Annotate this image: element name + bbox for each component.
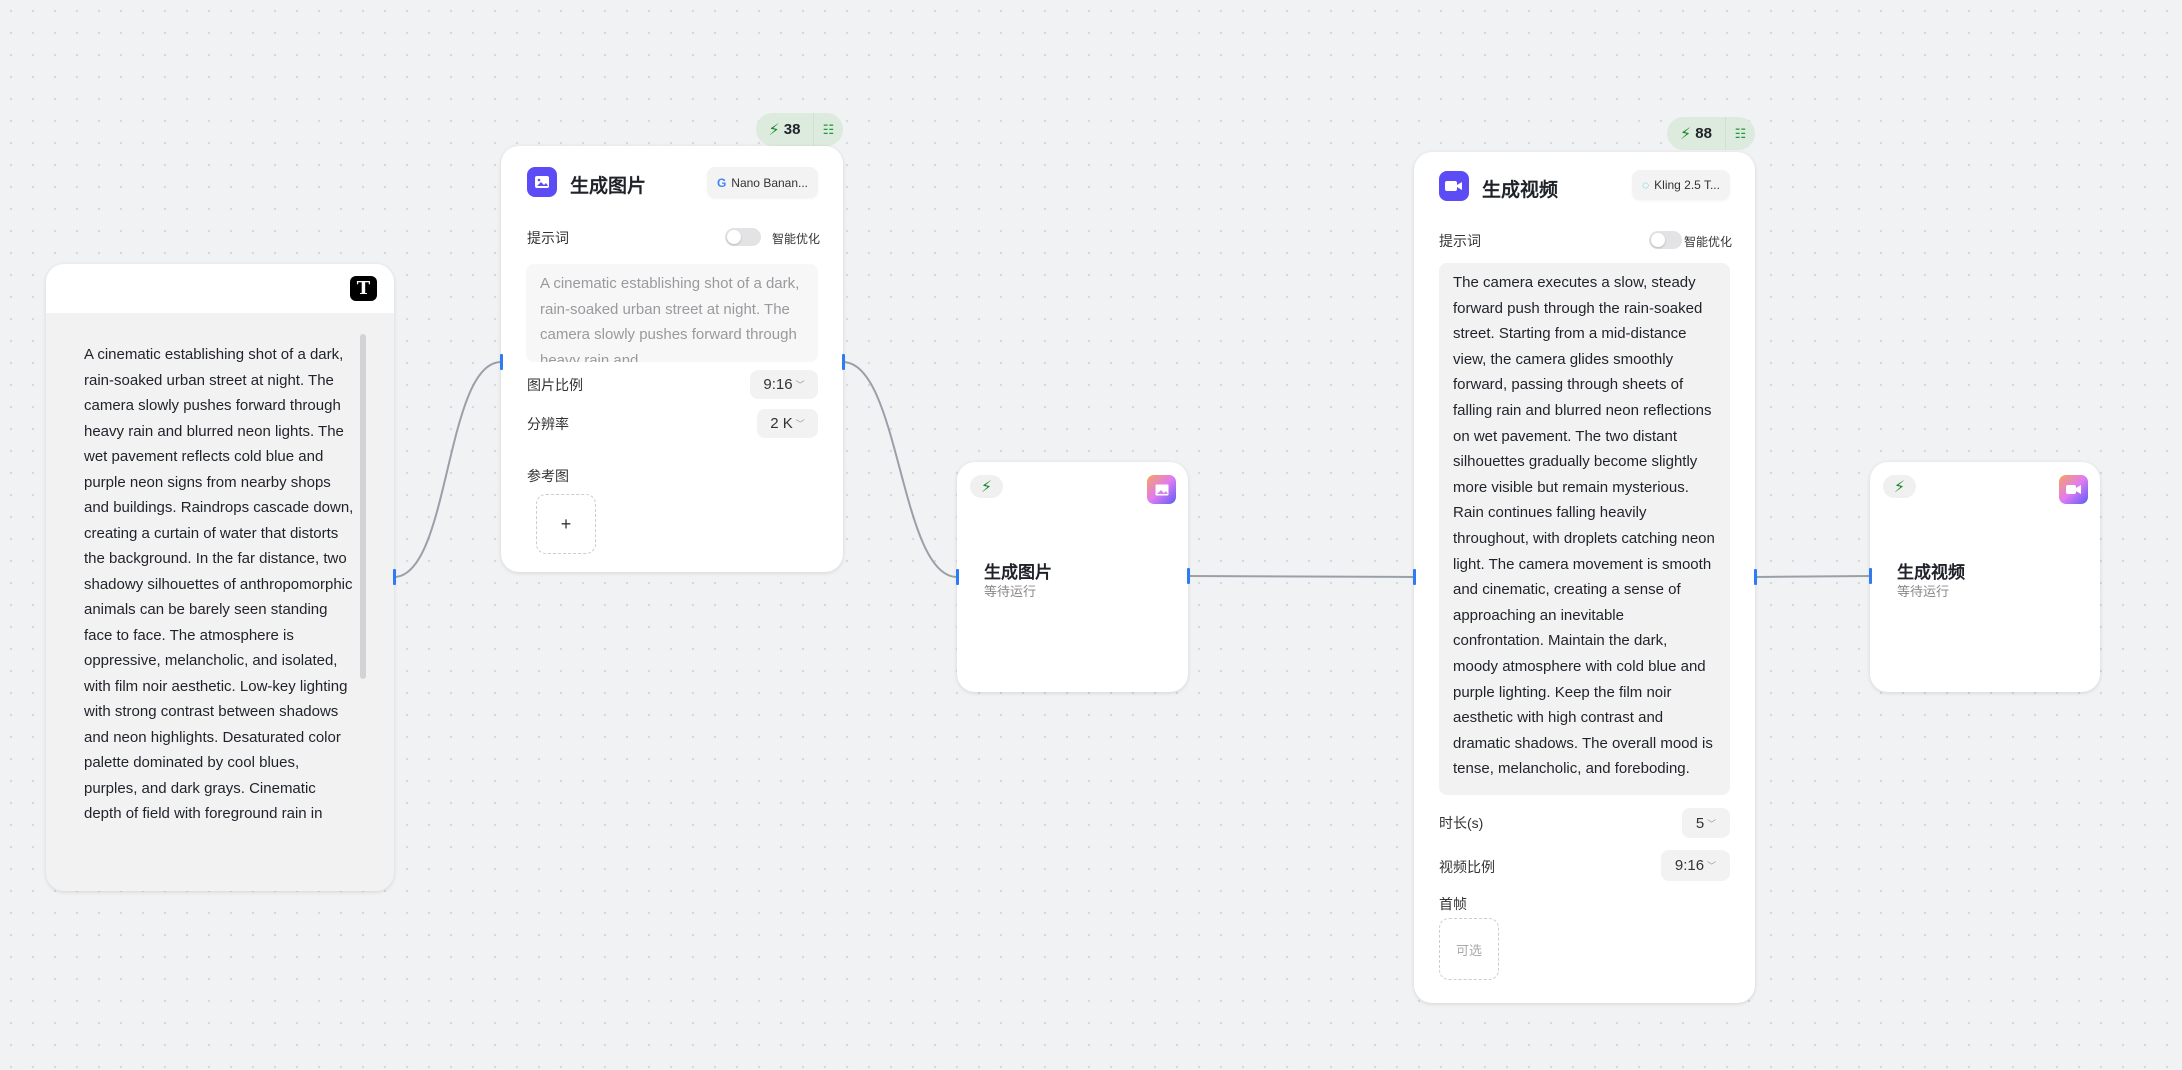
image-gradient-icon (1147, 475, 1176, 504)
ratio-select[interactable]: 9:16 ﹀ (1661, 850, 1730, 881)
edge-video-to-result (1754, 575, 1871, 578)
optimize-label: 智能优化 (772, 232, 821, 246)
node-title: 生成图片 (570, 176, 647, 197)
prompt-label: 提示词 (1439, 233, 1481, 249)
result-title: 生成图片 (984, 563, 1052, 582)
resolution-label: 分辨率 (527, 416, 569, 432)
prompt-textarea[interactable]: A cinematic establishing shot of a dark,… (526, 264, 818, 362)
node-title: 生成视频 (1482, 180, 1559, 201)
text-node-header (46, 264, 394, 313)
chevron-down-icon: ﹀ (795, 419, 805, 429)
model-selector[interactable]: ◌ Kling 2.5 T... (1632, 170, 1730, 200)
ratio-select[interactable]: 9:16 ﹀ (750, 370, 818, 399)
prompt-label: 提示词 (527, 230, 569, 246)
edge-text-to-image (393, 361, 502, 578)
optimize-label: 智能优化 (1684, 235, 1733, 249)
text-T-icon: T (350, 276, 377, 301)
image-node-output-handle[interactable] (842, 354, 845, 370)
video-camera-icon (1439, 171, 1469, 201)
bolt-icon: ⚡ (1893, 478, 1906, 496)
result-status: 等待运行 (984, 584, 1037, 599)
image-result-output-handle[interactable] (1187, 568, 1190, 584)
optimize-toggle[interactable] (725, 228, 761, 246)
image-result-input-handle[interactable] (956, 569, 959, 585)
edge-result-to-video (1187, 575, 1415, 578)
result-status: 等待运行 (1897, 584, 1950, 599)
scrollbar[interactable] (360, 334, 366, 679)
edge-image-to-result (842, 361, 958, 578)
video-result-input-handle[interactable] (1869, 568, 1872, 584)
video-node-input-handle[interactable] (1413, 569, 1416, 585)
chevron-down-icon: ﹀ (795, 380, 805, 390)
image-icon (527, 167, 557, 197)
duration-select[interactable]: 5 ﹀ (1682, 808, 1730, 838)
list-icon[interactable]: ☷ (813, 113, 843, 146)
cost-badge[interactable]: ⚡ 88 ☷ (1667, 117, 1755, 150)
text-node[interactable]: T A cinematic establishing shot of a dar… (46, 264, 394, 891)
chevron-down-icon: ﹀ (1707, 861, 1717, 871)
reference-label: 参考图 (527, 468, 569, 484)
prompt-textarea[interactable]: The camera executes a slow, steady forwa… (1439, 263, 1730, 795)
google-icon: G (716, 175, 727, 190)
run-bolt-button[interactable]: ⚡ (1883, 475, 1916, 498)
video-gradient-icon (2059, 475, 2088, 504)
bolt-icon: ⚡ (1680, 125, 1692, 143)
image-result-node[interactable]: ⚡ 生成图片 等待运行 (957, 462, 1188, 692)
image-node[interactable]: 生成图片 G Nano Banan... 提示词 智能优化 A cinematic… (501, 146, 843, 572)
ratio-label: 图片比例 (527, 377, 583, 393)
text-node-output-handle[interactable] (393, 569, 396, 585)
video-result-node[interactable]: ⚡ 生成视频 等待运行 (1870, 462, 2100, 692)
first-frame-upload[interactable]: 可选 (1439, 918, 1499, 980)
first-frame-label: 首帧 (1439, 896, 1467, 912)
bolt-icon: ⚡ (980, 478, 993, 496)
kling-icon: ◌ (1642, 178, 1650, 192)
add-reference-button[interactable]: + (536, 494, 596, 554)
list-icon[interactable]: ☷ (1725, 117, 1755, 150)
result-title: 生成视频 (1897, 563, 1965, 582)
chevron-down-icon: ﹀ (1707, 818, 1717, 829)
video-node-output-handle[interactable] (1754, 569, 1757, 585)
optimize-toggle[interactable] (1649, 231, 1682, 249)
model-selector[interactable]: G Nano Banan... (707, 167, 818, 198)
bolt-icon: ⚡ (768, 121, 780, 139)
ratio-label: 视频比例 (1439, 859, 1495, 875)
resolution-select[interactable]: 2 K ﹀ (757, 409, 818, 438)
run-bolt-button[interactable]: ⚡ (970, 475, 1003, 498)
duration-label: 时长(s) (1439, 815, 1484, 831)
video-node[interactable]: 生成视频 ◌ Kling 2.5 T... 提示词 智能优化 The camera… (1414, 152, 1755, 1003)
image-node-input-handle[interactable] (500, 354, 503, 370)
cost-badge[interactable]: ⚡ 38 ☷ (756, 113, 843, 146)
text-node-content[interactable]: A cinematic establishing shot of a dark,… (84, 342, 354, 862)
